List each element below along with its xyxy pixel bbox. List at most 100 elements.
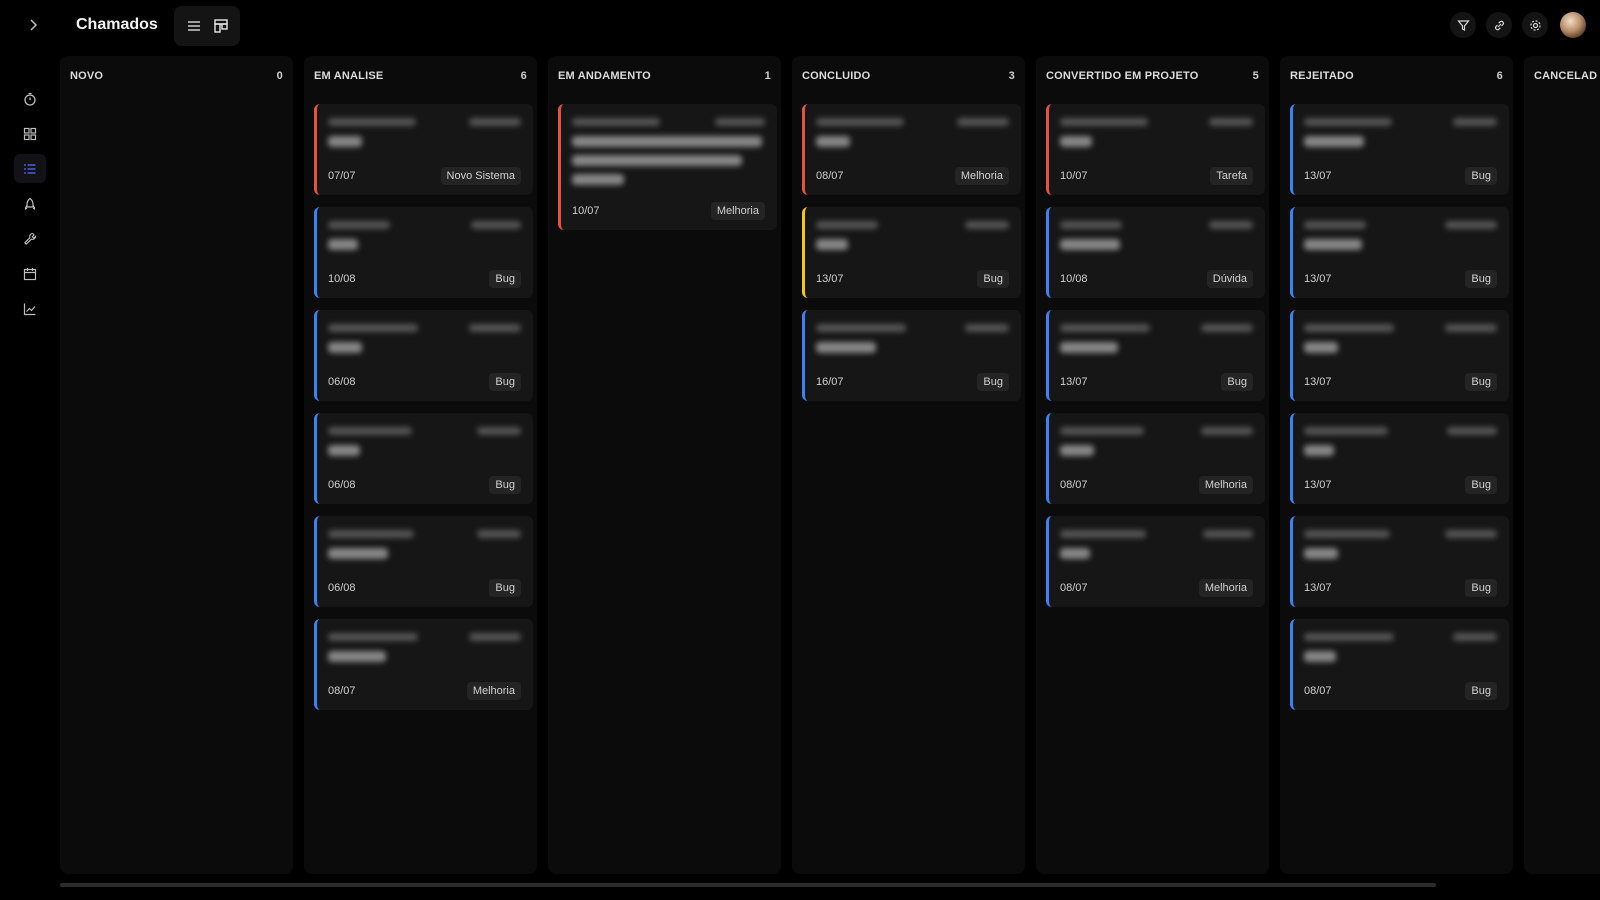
card-type-tag: Bug: [1465, 579, 1497, 597]
ticket-card[interactable]: 13/07 Bug: [1290, 310, 1509, 401]
card-date: 13/07: [816, 273, 844, 285]
column-count: 3: [1008, 70, 1015, 82]
sidebar-item-calendar[interactable]: [14, 259, 46, 288]
kanban-column: EM ANALISE 6 07/07 Novo Sistema 10/08 Bug 06/0…: [304, 56, 537, 874]
card-type-tag: Bug: [1221, 373, 1253, 391]
sidebar-item-timer[interactable]: [14, 84, 46, 113]
ticket-card[interactable]: 13/07 Bug: [802, 207, 1021, 298]
redacted-meta: [816, 118, 1009, 128]
ticket-card[interactable]: 08/07 Melhoria: [1046, 413, 1265, 504]
card-footer: 13/07 Bug: [1304, 476, 1497, 494]
redacted-title: [1304, 342, 1338, 353]
ticket-card[interactable]: 10/08 Bug: [314, 207, 533, 298]
redacted-title: [572, 155, 742, 166]
redacted-meta: [816, 221, 1009, 231]
card-date: 10/07: [572, 205, 600, 217]
ticket-card[interactable]: 13/07 Bug: [1046, 310, 1265, 401]
rocket-icon: [24, 197, 36, 210]
list-icon: [24, 163, 36, 174]
redacted-title: [328, 445, 360, 456]
top-actions: [1450, 12, 1586, 38]
column-header: CONVERTIDO EM PROJETO 5: [1046, 70, 1259, 82]
link-button[interactable]: [1486, 12, 1512, 38]
ticket-card[interactable]: 08/07 Melhoria: [1046, 516, 1265, 607]
expand-sidebar-button[interactable]: [22, 14, 44, 36]
card-date: 13/07: [1304, 582, 1332, 594]
card-footer: 08/07 Bug: [1304, 682, 1497, 700]
column-count: 6: [520, 70, 527, 82]
ticket-card[interactable]: 08/07 Bug: [1290, 619, 1509, 710]
card-type-tag: Melhoria: [466, 682, 521, 700]
card-footer: 08/07 Melhoria: [816, 167, 1009, 185]
avatar[interactable]: [1560, 12, 1586, 38]
card-type-tag: Bug: [489, 270, 521, 288]
card-type-tag: Bug: [977, 270, 1009, 288]
card-type-tag: Dúvida: [1206, 270, 1253, 288]
ticket-card[interactable]: 08/07 Melhoria: [314, 619, 533, 710]
filter-button[interactable]: [1450, 12, 1476, 38]
filter-icon: [1456, 19, 1470, 31]
ticket-card[interactable]: 08/07 Melhoria: [802, 104, 1021, 195]
card-type-tag: Bug: [489, 579, 521, 597]
board-horizontal-scrollbar[interactable]: [60, 883, 1436, 887]
ticket-card[interactable]: 16/07 Bug: [802, 310, 1021, 401]
redacted-meta: [328, 427, 521, 437]
card-footer: 13/07 Bug: [1304, 373, 1497, 391]
link-icon: [1494, 20, 1504, 30]
redacted-meta: [1304, 530, 1497, 540]
redacted-meta: [1304, 118, 1497, 128]
ticket-card[interactable]: 10/07 Tarefa: [1046, 104, 1265, 195]
redacted-meta: [1060, 324, 1253, 334]
ticket-card[interactable]: 13/07 Bug: [1290, 104, 1509, 195]
sidebar-item-projects[interactable]: [14, 189, 46, 218]
redacted-meta: [572, 118, 765, 128]
kanban-view-button[interactable]: [209, 14, 233, 38]
sidebar-item-reports[interactable]: [14, 294, 46, 323]
ticket-card[interactable]: 10/08 Dúvida: [1046, 207, 1265, 298]
ticket-card[interactable]: 06/08 Bug: [314, 413, 533, 504]
grid-icon: [23, 127, 37, 140]
card-date: 08/07: [328, 685, 356, 697]
column-title: CANCELAD: [1534, 70, 1598, 82]
card-date: 13/07: [1304, 376, 1332, 388]
sidebar: [14, 84, 48, 323]
card-footer: 13/07 Bug: [816, 270, 1009, 288]
settings-button[interactable]: [1522, 12, 1548, 38]
card-footer: 10/08 Dúvida: [1060, 270, 1253, 288]
top-bar: Chamados: [0, 0, 1600, 52]
redacted-title: [1060, 136, 1092, 147]
card-date: 10/08: [328, 273, 356, 285]
kanban-view-icon: [213, 19, 228, 33]
card-date: 10/07: [1060, 170, 1088, 182]
ticket-card[interactable]: 06/08 Bug: [314, 516, 533, 607]
chevron-right-icon: [30, 19, 38, 31]
redacted-meta: [1304, 427, 1497, 437]
list-view-button[interactable]: [182, 14, 206, 38]
ticket-card[interactable]: 13/07 Bug: [1290, 413, 1509, 504]
redacted-meta: [1304, 633, 1497, 643]
view-toggle: [174, 6, 240, 46]
card-footer: 13/07 Bug: [1304, 579, 1497, 597]
sidebar-item-tools[interactable]: [14, 224, 46, 253]
card-footer: 10/07 Tarefa: [1060, 167, 1253, 185]
card-footer: 07/07 Novo Sistema: [328, 167, 521, 185]
sidebar-item-chamados[interactable]: [14, 154, 46, 183]
redacted-meta: [1060, 221, 1253, 231]
column-count: 1: [764, 70, 771, 82]
ticket-card[interactable]: 07/07 Novo Sistema: [314, 104, 533, 195]
ticket-card[interactable]: 06/08 Bug: [314, 310, 533, 401]
redacted-title: [1304, 651, 1336, 662]
card-date: 13/07: [1304, 479, 1332, 491]
redacted-title: [816, 342, 876, 353]
card-type-tag: Melhoria: [1198, 579, 1253, 597]
ticket-card[interactable]: 13/07 Bug: [1290, 516, 1509, 607]
sidebar-item-dashboard[interactable]: [14, 119, 46, 148]
redacted-meta: [328, 118, 521, 128]
redacted-title: [328, 651, 386, 662]
card-type-tag: Bug: [1465, 167, 1497, 185]
ticket-card[interactable]: 13/07 Bug: [1290, 207, 1509, 298]
ticket-card[interactable]: 10/07 Melhoria: [558, 104, 777, 230]
redacted-title: [816, 136, 850, 147]
card-date: 08/07: [1304, 685, 1332, 697]
redacted-meta: [328, 633, 521, 643]
